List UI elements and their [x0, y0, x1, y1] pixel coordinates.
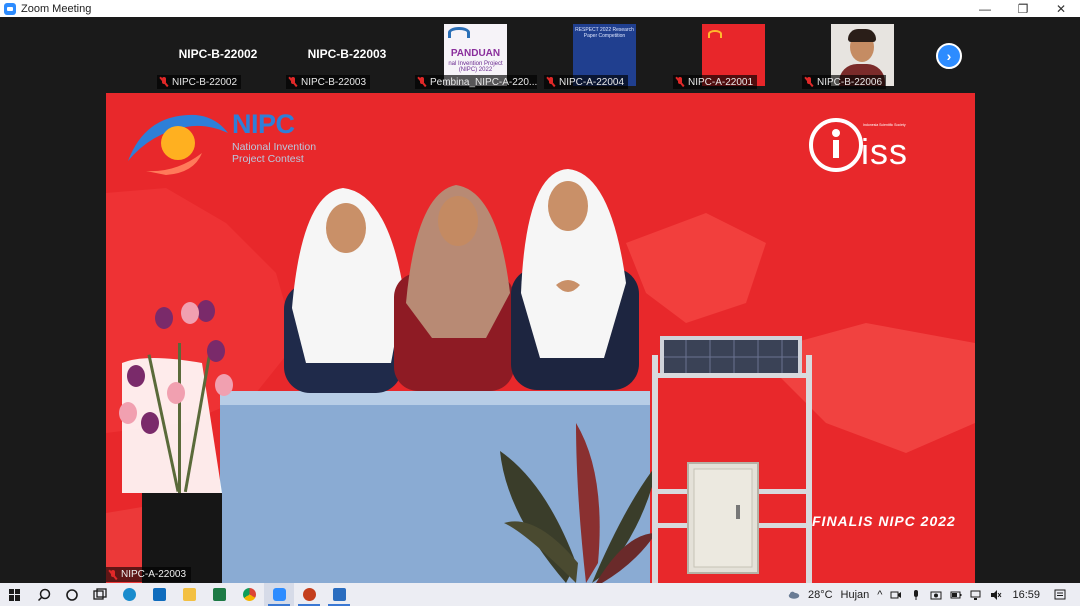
participant-name-display: NIPC-B-22002 — [178, 47, 258, 61]
window-title: Zoom Meeting — [21, 2, 92, 15]
thumbnail-subtitle: nal Invention Project (NIPC) 2022 — [448, 61, 503, 73]
title-bar: Zoom Meeting — ❐ ✕ — [0, 0, 1080, 17]
weather-condition[interactable]: Hujan — [841, 589, 870, 601]
participant-label: NIPC-A-22004 — [544, 75, 629, 89]
weather-cloud-icon — [788, 591, 800, 599]
window-controls: — ❐ ✕ — [966, 0, 1080, 17]
zoom-app-icon — [4, 2, 16, 15]
participant-label: NIPC-B-22003 — [286, 75, 371, 89]
weather-temperature[interactable]: 28°C — [808, 589, 833, 601]
close-button[interactable]: ✕ — [1042, 0, 1080, 17]
taskbar-app-zoom[interactable] — [264, 583, 294, 606]
participant-tile[interactable]: RESPECT 2022 Research Paper Competition … — [542, 19, 668, 91]
search-button[interactable] — [30, 583, 58, 606]
taskbar-app-photos[interactable] — [324, 583, 354, 606]
notification-icon[interactable] — [1054, 589, 1066, 601]
participant-label-text: NIPC-B-22002 — [172, 76, 238, 88]
mail-icon — [152, 588, 166, 601]
iss-logo-text: iss — [861, 131, 908, 172]
muted-mic-icon — [676, 77, 684, 87]
minimize-button[interactable]: — — [966, 0, 1004, 17]
excel-icon — [212, 588, 226, 601]
finalis-caption: FINALIS NIPC 2022 — [812, 513, 956, 529]
main-video[interactable]: NIPC National Invention Project Contest … — [106, 93, 975, 583]
thumbnail-title: RESPECT 2022 Research Paper Competition — [575, 27, 634, 39]
nipc-brand-text: NIPC — [232, 109, 295, 139]
active-speaker-label: NIPC-A-22003 — [106, 567, 192, 582]
network-icon[interactable] — [970, 589, 982, 601]
thumbnail-title: PANDUAN — [450, 48, 501, 59]
folder-icon — [182, 588, 196, 601]
nipc-logo-icon — [708, 30, 722, 38]
nipc-logo-icon — [448, 27, 470, 38]
muted-mic-icon — [109, 569, 117, 580]
participant-name-display: NIPC-B-22003 — [307, 47, 387, 61]
taskbar-app-mail[interactable] — [144, 583, 174, 606]
participant-label-text: NIPC-A-22004 — [559, 76, 625, 88]
participant-label-text: NIPC-B-22003 — [301, 76, 367, 88]
photos-icon — [332, 588, 346, 601]
active-speaker-name: NIPC-A-22003 — [121, 569, 187, 580]
participant-label: NIPC-B-22006 — [802, 75, 887, 89]
taskbar-app-powerpoint[interactable] — [294, 583, 324, 606]
participant-tile[interactable]: NIPC-A-22001 — [671, 19, 797, 91]
participant-tile[interactable]: PANDUAN nal Invention Project (NIPC) 202… — [413, 19, 539, 91]
battery-icon[interactable] — [950, 589, 962, 601]
muted-mic-icon — [418, 77, 426, 87]
participant-label-text: NIPC-A-22001 — [688, 76, 754, 88]
gallery-strip: NIPC-B-22002 NIPC-B-22002 NIPC-B-22003 N… — [0, 17, 1080, 93]
search-icon — [37, 588, 51, 601]
participant-label: NIPC-A-22001 — [673, 75, 758, 89]
taskbar-app-excel[interactable] — [204, 583, 234, 606]
participant-label: Pembina_NIPC-A-220... — [415, 75, 537, 89]
participant-label: NIPC-B-22002 — [157, 75, 242, 89]
chevron-up-icon[interactable]: ^ — [877, 589, 882, 601]
muted-mic-icon — [805, 77, 813, 87]
participant-label-text: NIPC-B-22006 — [817, 76, 883, 88]
taskbar: 28°C Hujan ^ 16:59 — [0, 583, 1080, 606]
person-hair — [848, 29, 876, 42]
windows-icon — [9, 588, 21, 601]
powerpoint-icon — [302, 588, 316, 601]
participant-tile[interactable]: NIPC-B-22006 — [800, 19, 926, 91]
volume-muted-icon[interactable] — [990, 589, 1002, 601]
video-scene — [106, 114, 975, 583]
camera-icon[interactable] — [930, 589, 942, 601]
iss-subtitle: Indonesia Scientific Society — [863, 123, 906, 127]
cortana-icon — [66, 588, 78, 601]
chrome-icon — [242, 588, 256, 601]
cortana-button[interactable] — [58, 583, 86, 606]
task-view-button[interactable] — [86, 583, 114, 606]
system-tray: 28°C Hujan ^ 16:59 — [784, 583, 1080, 606]
participant-tile[interactable]: NIPC-B-22002 NIPC-B-22002 — [155, 19, 281, 91]
task-view-icon — [93, 587, 107, 600]
microphone-icon[interactable] — [910, 589, 922, 601]
edge-icon — [122, 588, 136, 601]
nipc-brand-subtitle: National Invention Project Contest — [232, 141, 317, 165]
muted-mic-icon — [160, 77, 168, 87]
participant-tile[interactable]: NIPC-B-22003 NIPC-B-22003 — [284, 19, 410, 91]
muted-mic-icon — [289, 77, 297, 87]
muted-mic-icon — [547, 77, 555, 87]
zoom-icon — [272, 588, 286, 601]
next-page-arrow-icon[interactable]: › — [936, 43, 962, 69]
taskbar-app-chrome[interactable] — [234, 583, 264, 606]
taskbar-app-file-explorer[interactable] — [174, 583, 204, 606]
participant-label-text: Pembina_NIPC-A-220... — [430, 76, 537, 88]
start-button[interactable] — [0, 583, 30, 606]
restore-button[interactable]: ❐ — [1004, 0, 1042, 17]
meet-now-icon[interactable] — [890, 589, 902, 601]
taskbar-app-edge[interactable] — [114, 583, 144, 606]
clock[interactable]: 16:59 — [1012, 589, 1040, 601]
